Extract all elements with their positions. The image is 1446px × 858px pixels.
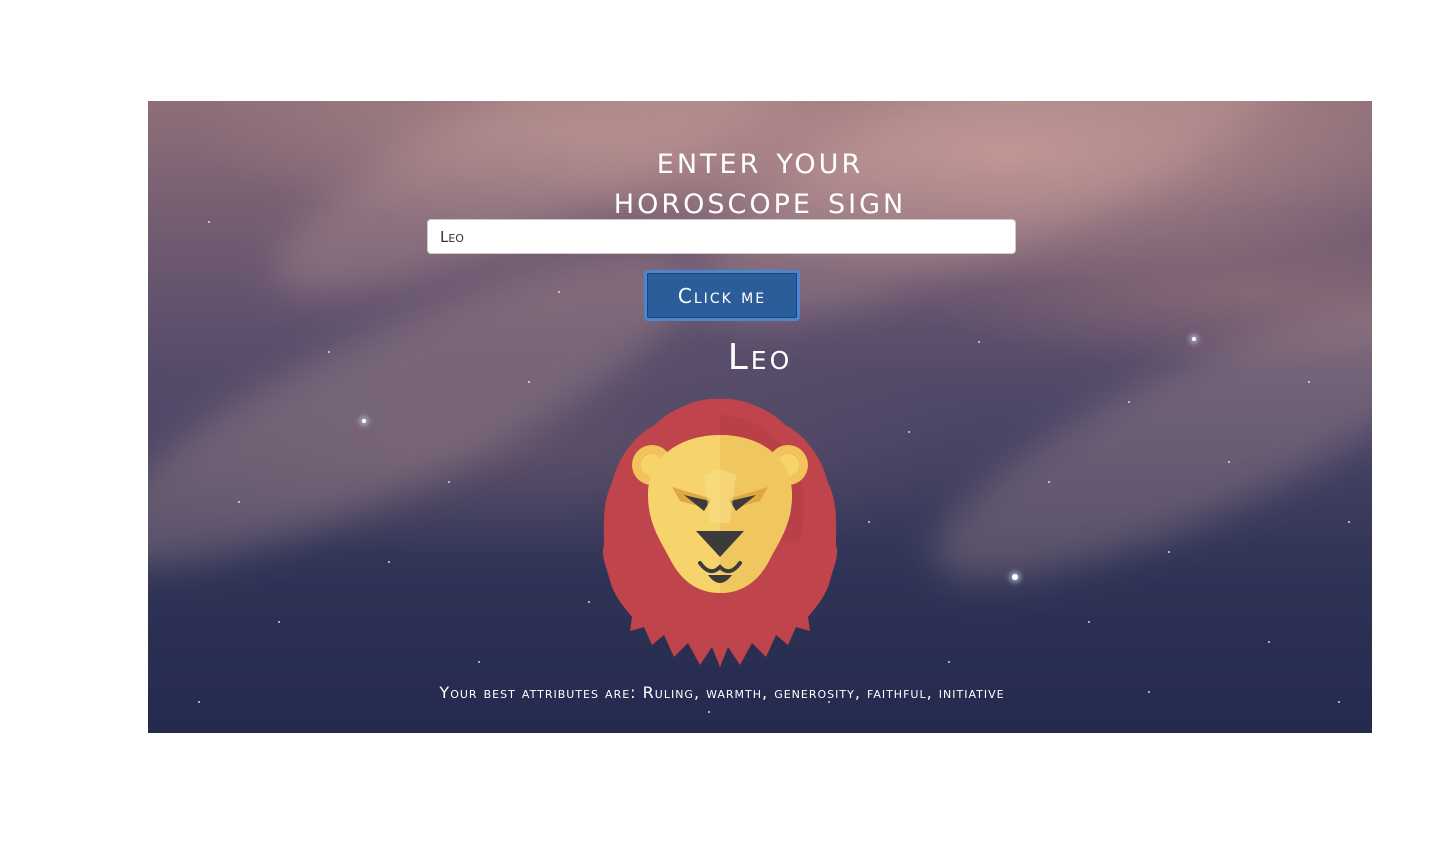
horoscope-sign-input[interactable] — [427, 219, 1016, 254]
star — [528, 381, 530, 383]
star — [1148, 691, 1150, 693]
star — [1088, 621, 1090, 623]
starry-background: Enter your Horoscope Sign Click me Leo — [148, 101, 1372, 733]
star — [388, 561, 390, 563]
star — [1268, 641, 1270, 643]
star — [948, 661, 950, 663]
star — [1308, 381, 1310, 383]
star — [1012, 574, 1018, 580]
page-title: Enter your Horoscope Sign — [148, 140, 1372, 220]
star — [448, 481, 450, 483]
star — [1048, 481, 1050, 483]
star — [708, 711, 710, 713]
star — [1348, 521, 1350, 523]
star — [278, 621, 280, 623]
star — [588, 601, 590, 603]
click-me-button[interactable]: Click me — [644, 270, 800, 321]
star — [478, 661, 480, 663]
star — [362, 419, 366, 423]
star — [868, 521, 870, 523]
star — [558, 291, 560, 293]
star — [238, 501, 240, 503]
sign-name: Leo — [727, 337, 793, 378]
star — [1228, 461, 1230, 463]
title-line-1: Enter your — [656, 138, 864, 183]
attributes-text: Your best attributes are: Ruling, warmth… — [439, 683, 1005, 702]
star — [1128, 401, 1130, 403]
star — [1168, 551, 1170, 553]
lion-icon — [600, 395, 840, 667]
star — [1338, 701, 1340, 703]
star — [208, 221, 210, 223]
page: Enter your Horoscope Sign Click me Leo — [0, 0, 1446, 858]
star — [908, 431, 910, 433]
star — [198, 701, 200, 703]
title-line-2: Horoscope Sign — [613, 178, 907, 223]
